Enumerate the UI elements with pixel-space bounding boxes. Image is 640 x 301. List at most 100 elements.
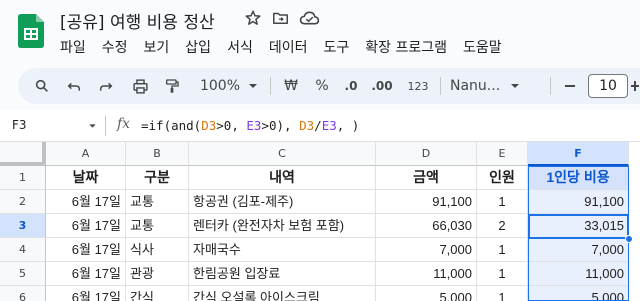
- data-cell[interactable]: 91,100: [528, 190, 629, 214]
- data-cell[interactable]: 6월 17일: [46, 286, 126, 301]
- header-cell[interactable]: 1인당 비용: [528, 166, 629, 190]
- data-cell[interactable]: 5,000: [376, 286, 477, 301]
- data-cell[interactable]: 5,000: [528, 286, 629, 301]
- menu-edit[interactable]: 수정: [102, 37, 128, 57]
- data-cell[interactable]: 간식 오설록 아이스크림: [189, 286, 376, 301]
- select-all-corner[interactable]: [0, 142, 46, 166]
- currency-icon: ₩: [284, 78, 298, 94]
- data-cell[interactable]: 7,000: [528, 238, 629, 262]
- decrease-decimal-button[interactable]: .0: [339, 68, 363, 104]
- data-cell[interactable]: 1: [477, 262, 528, 286]
- column-header-e[interactable]: E: [477, 142, 528, 166]
- formula-part: E3: [321, 118, 337, 133]
- data-cell[interactable]: 11,000: [376, 262, 477, 286]
- data-cell[interactable]: 66,030: [376, 214, 477, 238]
- data-cell[interactable]: 6월 17일: [46, 262, 126, 286]
- decrease-font-size-button[interactable]: [558, 68, 582, 104]
- paint-format-icon: [166, 79, 179, 93]
- data-cell[interactable]: 교통: [126, 214, 189, 238]
- data-cell[interactable]: 11,000: [528, 262, 629, 286]
- row-header-2[interactable]: 2: [0, 190, 46, 214]
- font-family-select[interactable]: Nanu...: [450, 68, 534, 104]
- data-cell[interactable]: 한림공원 입장료: [189, 262, 376, 286]
- data-cell[interactable]: 7,000: [376, 238, 477, 262]
- undo-icon: [67, 82, 81, 91]
- cloud-saved-icon[interactable]: [299, 9, 320, 27]
- data-cell[interactable]: 1: [477, 190, 528, 214]
- menu-tools[interactable]: 도구: [323, 37, 349, 57]
- print-icon: [132, 78, 148, 94]
- font-size-input[interactable]: 10: [588, 74, 628, 98]
- column-header-d[interactable]: D: [376, 142, 477, 166]
- data-cell[interactable]: 6월 17일: [46, 238, 126, 262]
- row-header-6[interactable]: 6: [0, 286, 46, 301]
- redo-button[interactable]: [94, 68, 118, 104]
- row-header-4[interactable]: 4: [0, 238, 46, 262]
- data-cell[interactable]: 6월 17일: [46, 190, 126, 214]
- data-cell[interactable]: 2: [477, 214, 528, 238]
- header-cell[interactable]: 날짜: [46, 166, 126, 190]
- header-cell[interactable]: 내역: [189, 166, 376, 190]
- data-cell[interactable]: 교통: [126, 190, 189, 214]
- data-cell[interactable]: 렌터카 (완전자차 보험 포함): [189, 214, 376, 238]
- print-button[interactable]: [128, 68, 152, 104]
- increase-decimal-icon: .00: [371, 79, 393, 93]
- header-cell[interactable]: 인원: [477, 166, 528, 190]
- data-cell[interactable]: 관광: [126, 262, 189, 286]
- increase-font-size-button[interactable]: [630, 68, 640, 104]
- menu-insert[interactable]: 삽입: [185, 37, 211, 57]
- toolbar: 100% ₩ % .0 .00 123 Nanu... 10: [18, 68, 640, 104]
- spreadsheet-grid[interactable]: A B C D E F 1 2 3 4 5 6 날짜 구분 내역 금액 인원 1인당 비용 6월 17일 교통 항공권 …: [0, 142, 640, 301]
- data-cell[interactable]: 1: [477, 238, 528, 262]
- column-header-a[interactable]: A: [46, 142, 126, 166]
- zoom-select[interactable]: 100%: [196, 68, 262, 104]
- data-cell[interactable]: 항공권 (김포-제주): [189, 190, 376, 214]
- menu-format[interactable]: 서식: [227, 37, 253, 57]
- header-cell[interactable]: 구분: [126, 166, 189, 190]
- row-header-5[interactable]: 5: [0, 262, 46, 286]
- google-sheets-logo-icon[interactable]: [18, 14, 44, 48]
- formula-bar: F3 fx =if(and(D3>0, E3>0), D3/E3, ): [0, 110, 640, 142]
- column-header-c[interactable]: C: [189, 142, 376, 166]
- formula-part: D3: [201, 118, 217, 133]
- document-title[interactable]: [공유] 여행 비용 정산: [60, 8, 215, 33]
- menu-data[interactable]: 데이터: [269, 37, 308, 57]
- formula-part: , ): [336, 118, 360, 133]
- data-cell[interactable]: 식사: [126, 238, 189, 262]
- data-cell[interactable]: 자매국수: [189, 238, 376, 262]
- increase-decimal-button[interactable]: .00: [367, 68, 397, 104]
- undo-button[interactable]: [62, 68, 86, 104]
- formula-part: /: [314, 118, 322, 133]
- formula-input[interactable]: =if(and(D3>0, E3>0), D3/E3, ): [141, 118, 359, 133]
- percent-icon: %: [315, 78, 329, 94]
- font-family-value: Nanu...: [450, 78, 501, 94]
- menu-extensions[interactable]: 확장 프로그램: [365, 37, 447, 57]
- name-box-dropdown-icon[interactable]: [88, 122, 97, 130]
- data-cell[interactable]: 1: [477, 286, 528, 301]
- plus-icon: [631, 81, 639, 91]
- menu-file[interactable]: 파일: [60, 37, 86, 57]
- currency-format-button[interactable]: ₩: [280, 68, 302, 104]
- fill-handle[interactable]: [625, 235, 633, 243]
- chevron-down-icon: [249, 84, 258, 88]
- data-cell[interactable]: 6월 17일: [46, 214, 126, 238]
- column-header-f[interactable]: F: [528, 142, 629, 166]
- percent-format-button[interactable]: %: [311, 68, 333, 104]
- data-cell[interactable]: 간식: [126, 286, 189, 301]
- formula-part: >0),: [261, 118, 300, 133]
- header-cell[interactable]: 금액: [376, 166, 477, 190]
- move-to-folder-icon[interactable]: [271, 9, 290, 27]
- data-cell[interactable]: 91,100: [376, 190, 477, 214]
- menu-help[interactable]: 도움말: [463, 37, 502, 57]
- menu-view[interactable]: 보기: [144, 37, 170, 57]
- row-header-1[interactable]: 1: [0, 166, 46, 190]
- redo-icon: [99, 82, 113, 91]
- active-cell-border: [528, 214, 629, 239]
- paint-format-button[interactable]: [160, 68, 184, 104]
- name-box[interactable]: F3: [12, 118, 27, 132]
- more-formats-button[interactable]: 123: [405, 68, 431, 104]
- search-menus-button[interactable]: [30, 68, 54, 104]
- star-icon[interactable]: [244, 9, 262, 27]
- column-header-b[interactable]: B: [126, 142, 189, 166]
- row-header-3[interactable]: 3: [0, 214, 46, 238]
